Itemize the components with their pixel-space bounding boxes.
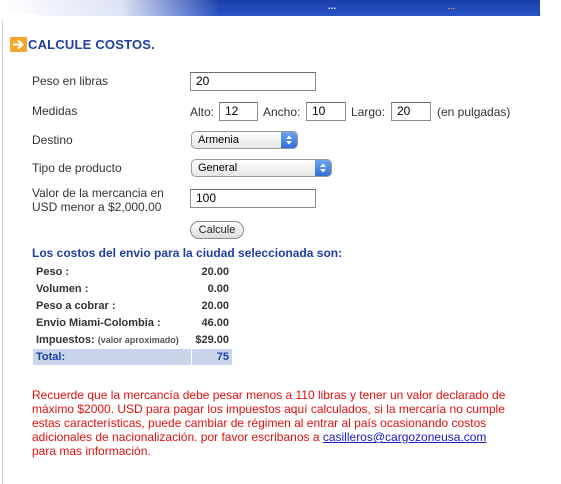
largo-input[interactable]: 20: [391, 102, 431, 121]
row-value: 20.00: [201, 266, 229, 278]
row-label: Envio Miami-Colombia :: [36, 317, 161, 329]
impuestos-label: Impuestos:: [36, 334, 95, 346]
email-link[interactable]: casilleros@cargozoneusa.com: [323, 430, 487, 444]
disclaimer-text: Recuerde que la mercancía debe pesar men…: [32, 388, 532, 458]
valor-label-line2: USD menor a $2,000.00: [32, 200, 162, 214]
valor-label-line1: Valor de la mercancia en: [32, 186, 164, 200]
row-value: $29.00: [195, 334, 229, 346]
row-label: Peso a cobrar :: [36, 300, 116, 312]
arrow-right-icon: [10, 37, 27, 52]
results-title: Los costos del envio para la ciudad sele…: [32, 246, 343, 260]
row-label: Peso :: [36, 266, 70, 278]
total-row: Total: 75: [33, 349, 232, 365]
tipo-value: General: [198, 162, 238, 174]
updown-arrows-icon: [281, 132, 297, 148]
table-row: Envio Miami-Colombia : 46.00: [33, 315, 232, 331]
destino-value: Armenia: [198, 134, 239, 146]
calcule-button[interactable]: Calcule: [190, 221, 244, 239]
section-header: CALCULE COSTOS.: [10, 37, 155, 52]
banner-tagline: ...: [448, 1, 456, 11]
table-row: Peso : 20.00: [33, 264, 232, 280]
results-table: Peso : 20.00 Volumen : 0.00 Peso a cobra…: [32, 263, 233, 366]
impuestos-note: (valor aproximado): [97, 335, 179, 345]
alto-label: Alto:: [190, 105, 215, 119]
largo-label: Largo:: [351, 105, 386, 119]
tipo-label: Tipo de producto: [32, 161, 122, 175]
banner-corner-tab: [540, 0, 561, 20]
total-value: 75: [192, 349, 232, 365]
banner-text: ...: [328, 1, 337, 11]
peso-input[interactable]: 20: [190, 72, 316, 91]
table-row: Peso a cobrar : 20.00: [33, 298, 232, 314]
medidas-label: Medidas: [32, 104, 78, 118]
valor-input[interactable]: 100: [190, 189, 316, 208]
alto-input[interactable]: 12: [219, 102, 258, 121]
updown-arrows-icon: [315, 160, 331, 176]
tipo-select[interactable]: General: [191, 159, 332, 177]
top-banner: ... ...: [0, 0, 561, 20]
ancho-label: Ancho:: [263, 105, 301, 119]
medidas-unit: (en pulgadas): [437, 105, 511, 119]
disclaimer-tail: para mas información.: [32, 444, 151, 458]
banner-fade: [0, 0, 220, 16]
row-value: 0.00: [207, 283, 229, 295]
row-value: 46.00: [201, 317, 229, 329]
destino-select[interactable]: Armenia: [191, 131, 298, 149]
peso-label: Peso en libras: [32, 74, 109, 88]
left-divider: [2, 20, 3, 484]
row-label: Impuestos: (valor aproximado): [33, 332, 191, 348]
row-value: 20.00: [201, 300, 229, 312]
ancho-input[interactable]: 10: [306, 102, 346, 121]
table-row: Impuestos: (valor aproximado) $29.00: [33, 332, 232, 348]
total-label: Total:: [33, 349, 191, 365]
page-title: CALCULE COSTOS.: [28, 37, 155, 52]
destino-label: Destino: [32, 133, 73, 147]
table-row: Volumen : 0.00: [33, 281, 232, 297]
row-label: Volumen :: [36, 283, 89, 295]
